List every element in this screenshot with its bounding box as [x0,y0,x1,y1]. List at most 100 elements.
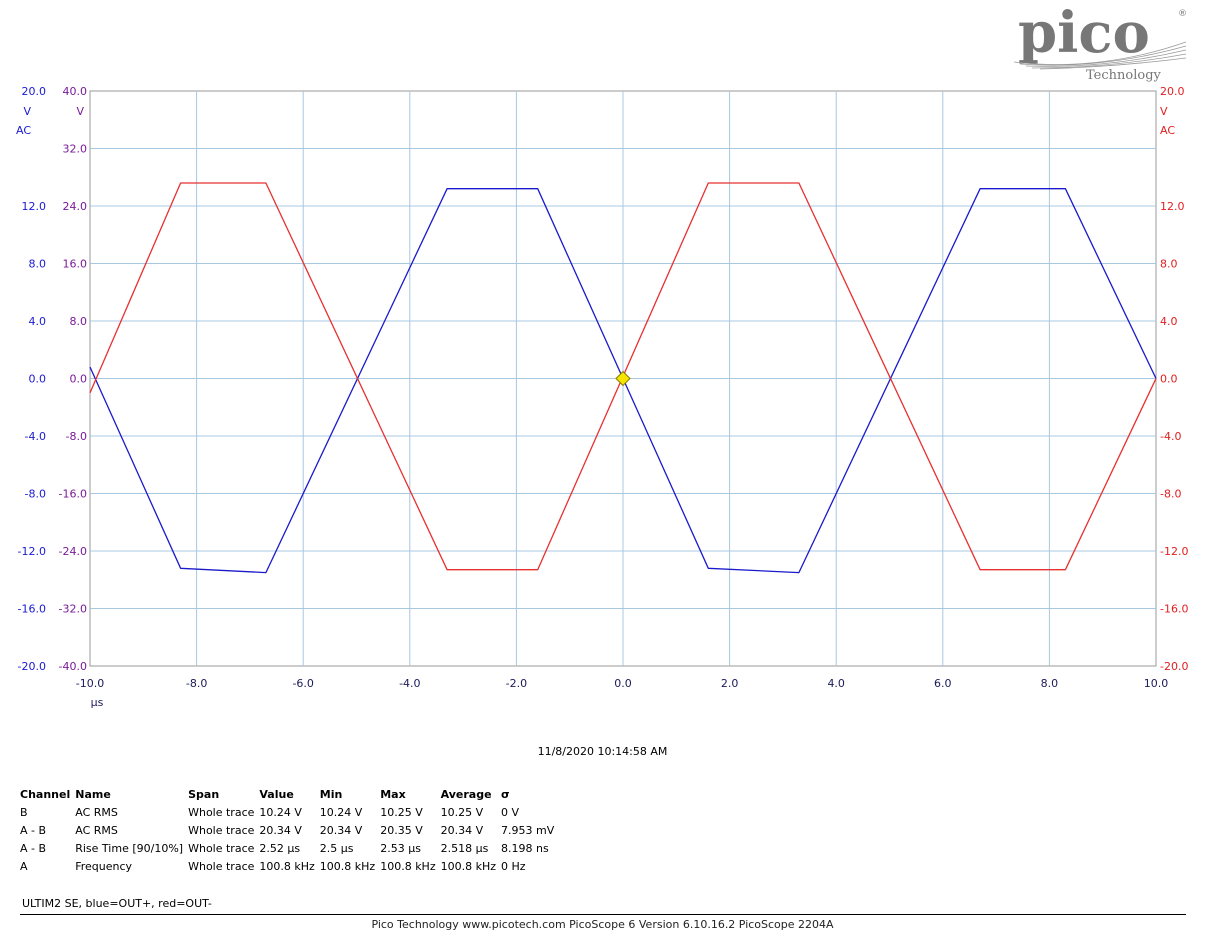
x-tick-label: 2.0 [721,677,739,690]
measurement-header-cell: Value [259,788,294,801]
y-tick-label: 4.0 [1160,315,1178,328]
y-tick-label: -24.0 [59,545,87,558]
measurement-cell: AC RMS [75,805,118,819]
y-tick-label: 20.0 [22,85,47,98]
y-axis-left-1: 20.0 12.0 8.0 4.0 0.0 -4.0 -8.0 -12.0 -16.0 -20.0… [16,85,46,673]
footer-info: Pico Technology www.picotech.com PicoSco… [371,918,834,931]
x-axis-unit: µs [91,696,104,709]
x-tick-label: -6.0 [292,677,313,690]
y-tick-label: 24.0 [63,200,88,213]
y-tick-label: 12.0 [22,200,47,213]
measurement-row: A - B Rise Time [90/10%] Whole trace 2.52 µ… [20,839,559,857]
y-tick-label: -8.0 [25,488,46,501]
measurement-header-cell: Min [319,788,343,801]
x-tick-label: -4.0 [399,677,420,690]
measurement-cell: 10.25 V [380,805,423,819]
y-tick-label: 0.0 [29,373,47,386]
y-tick-label: 8.0 [70,315,88,328]
x-tick-label: -2.0 [506,677,527,690]
x-tick-label: 10.0 [1144,677,1169,690]
y-axis-right: 20.0 12.0 8.0 4.0 0.0 -4.0 -8.0 -12.0 -16.0 -20.0… [1160,85,1188,673]
trace-note: ULTIM2 SE, blue=OUT+, red=OUT- [22,897,212,910]
measurements-table: Channel Name Span Value Min Max Average σ B AC R… [20,786,559,875]
y-tick-label: -16.0 [59,488,87,501]
y-axis-unit: V [23,105,31,118]
measurement-cell: Whole trace [188,805,255,819]
y-tick-label: 0.0 [1160,373,1178,386]
y-tick-label: 20.0 [1160,85,1185,98]
measurement-cell: Rise Time [90/10%] [75,841,184,855]
measurement-cell: Whole trace [188,859,255,873]
measurement-cell: Frequency [75,859,133,873]
measurement-cell: Whole trace [188,841,255,855]
measurement-header-cell: Name [75,788,111,801]
y-axis-unit: V [76,105,84,118]
measurement-row: B AC RMS Whole trace 10.24 V 10.24 V 10.25 V 1… [20,803,559,821]
measurement-row: A Frequency Whole trace 100.8 kHz 100.8 kHz 1… [20,857,559,875]
measurement-header-cell: Channel [20,788,71,801]
y-tick-label: -4.0 [25,430,46,443]
oscilloscope-chart: -10.0 -8.0 -6.0 -4.0 -2.0 0.0 2.0 4.0 6.0 8.0 10.0… [16,85,1188,709]
measurement-cell: A - B [20,823,47,837]
y-tick-label: 16.0 [63,258,88,271]
measurement-cell: B [20,805,28,819]
y-tick-label: 40.0 [63,85,88,98]
measurement-cell: 0 Hz [501,859,526,873]
measurement-row: A - B AC RMS Whole trace 20.34 V 20.34 V 20.3… [20,821,559,839]
y-tick-label: -20.0 [1160,660,1188,673]
y-axis-coupling: AC [1160,124,1175,137]
y-tick-label: -16.0 [1160,603,1188,616]
measurement-cell: 8.198 ns [501,841,549,855]
y-tick-label: 8.0 [1160,258,1178,271]
x-axis-ticks: -10.0 -8.0 -6.0 -4.0 -2.0 0.0 2.0 4.0 6.0 8.0 10.0 [76,677,1168,690]
y-tick-label: 32.0 [63,143,88,156]
measurement-cell: 100.8 kHz [319,859,376,873]
y-axis-coupling: AC [16,124,31,137]
x-tick-label: 8.0 [1041,677,1059,690]
y-axis-left-2: 40.0 32.0 24.0 16.0 8.0 0.0 -8.0 -16.0 -24.0 -32.… [59,85,87,673]
y-tick-label: -12.0 [1160,545,1188,558]
x-tick-label: -10.0 [76,677,104,690]
measurement-cell: 20.34 V [440,823,484,837]
measurement-cell: A - B [20,841,47,855]
x-tick-label: 0.0 [614,677,632,690]
measurement-cell: 2.52 µs [259,841,301,855]
y-tick-label: 0.0 [70,373,88,386]
measurement-cell: 2.518 µs [440,841,489,855]
measurement-header-cell: σ [501,788,510,801]
measurement-header-cell: Max [380,788,406,801]
measurement-cell: 20.35 V [380,823,423,837]
measurement-cell: 2.5 µs [319,841,354,855]
measurement-cell: AC RMS [75,823,118,837]
y-tick-label: -16.0 [18,603,46,616]
y-tick-label: -8.0 [66,430,87,443]
measurement-header-cell: Span [188,788,220,801]
y-tick-label: -20.0 [18,660,46,673]
measurement-cell: 10.25 V [440,805,484,819]
y-tick-label: 8.0 [29,258,47,271]
measurement-cell: A [20,859,28,873]
y-tick-label: -4.0 [1160,430,1181,443]
y-tick-label: 4.0 [29,315,47,328]
y-tick-label: -8.0 [1160,488,1181,501]
y-tick-label: -32.0 [59,603,87,616]
measurement-header-cell: Average [440,788,492,801]
measurement-cell: 100.8 kHz [380,859,436,873]
measurement-cell: 20.34 V [319,823,363,837]
measurement-cell: 0 V [501,805,520,819]
measurements-header-row: Channel Name Span Value Min Max Average σ [20,786,559,803]
y-axis-unit: V [1160,105,1168,118]
y-tick-label: 12.0 [1160,200,1185,213]
x-tick-label: 6.0 [934,677,952,690]
measurement-cell: 100.8 kHz [259,859,315,873]
measurement-cell: 20.34 V [259,823,302,837]
x-tick-label: -8.0 [186,677,207,690]
measurement-cell: 10.24 V [319,805,363,819]
measurement-cell: 100.8 kHz [440,859,497,873]
measurement-cell: 7.953 mV [501,823,555,837]
measurement-cell: Whole trace [188,823,255,837]
measurement-cell: 10.24 V [259,805,302,819]
footer-divider [20,914,1186,915]
measurement-cell: 2.53 µs [380,841,421,855]
x-tick-label: 4.0 [827,677,845,690]
